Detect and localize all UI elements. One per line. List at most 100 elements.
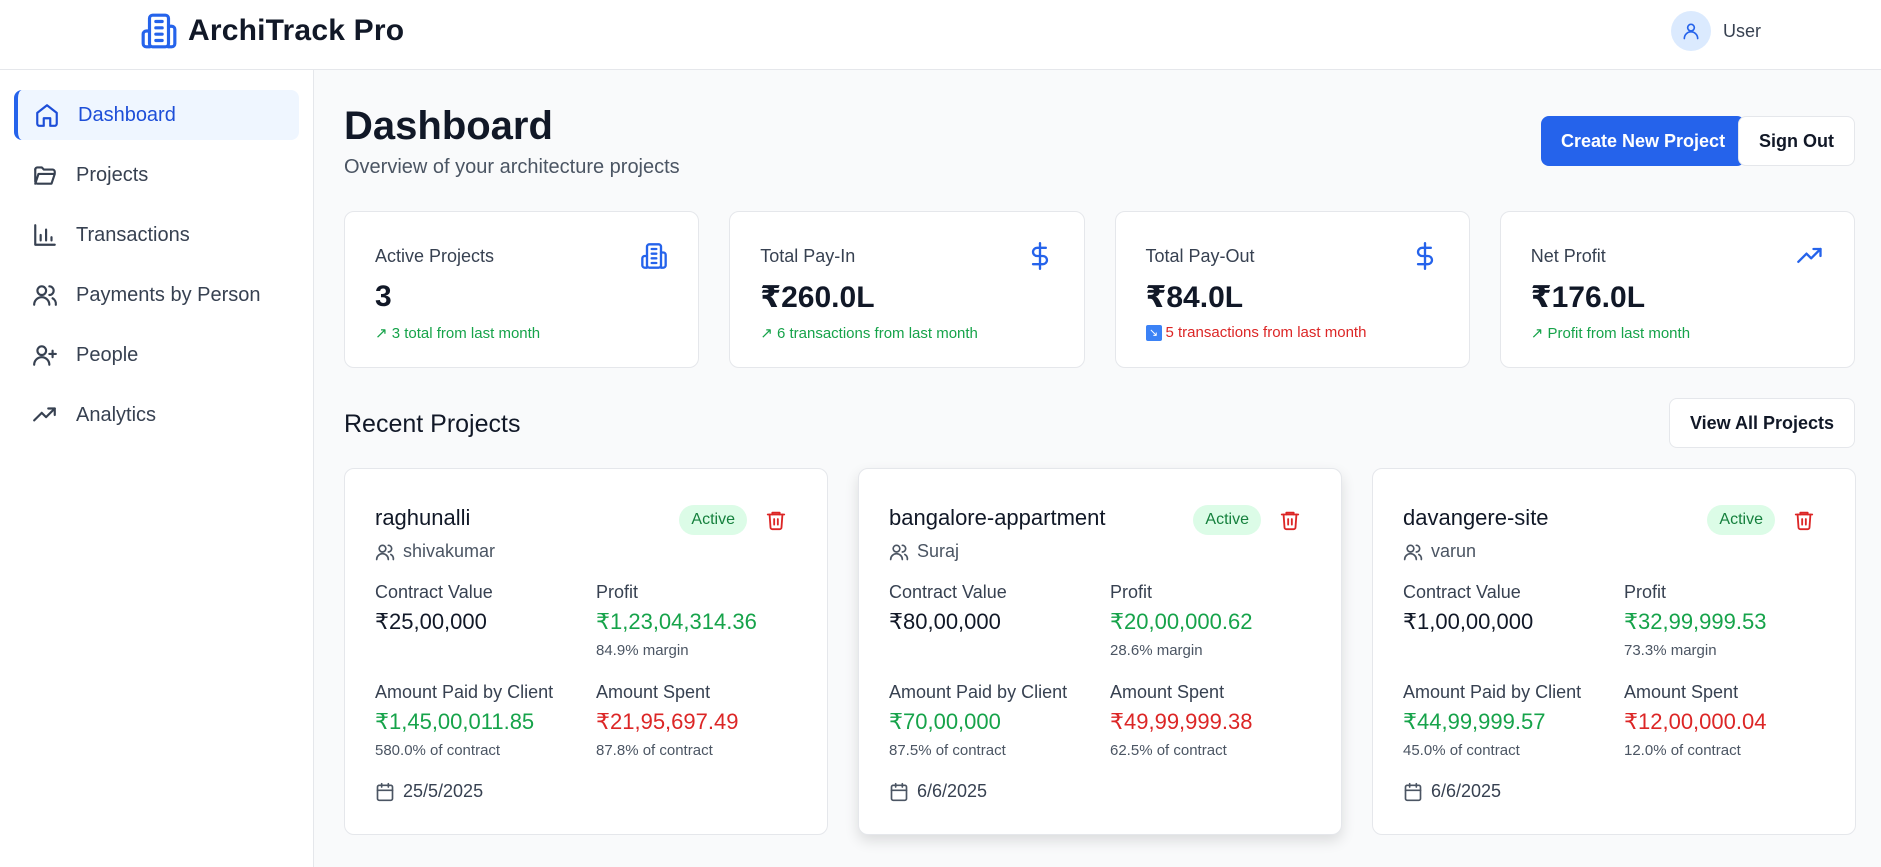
- calendar-icon: [890, 782, 908, 801]
- owner-name: varun: [1431, 541, 1477, 561]
- paid-label: Amount Paid by Client: [375, 682, 554, 702]
- sidebar: Dashboard Projects Transactions Payments…: [0, 70, 314, 867]
- page-title: Dashboard: [344, 104, 553, 148]
- spent-value: ₹12,00,000.04: [1624, 709, 1767, 734]
- spent-percent: 62.5% of contract: [1110, 742, 1227, 759]
- profit-margin: 73.3% margin: [1624, 642, 1717, 659]
- profit-label: Profit: [596, 582, 639, 602]
- sidebar-item-analytics[interactable]: Analytics: [14, 390, 299, 440]
- status-badge: Active: [679, 505, 747, 535]
- stat-card-total-pay-in: Total Pay-In ₹260.0L ↗ 6 transactions fr…: [729, 211, 1085, 368]
- spent-percent: 12.0% of contract: [1624, 742, 1741, 759]
- user-name: User: [1722, 20, 1761, 41]
- project-date: 6/6/2025: [889, 781, 987, 802]
- paid-label: Amount Paid by Client: [1403, 682, 1582, 702]
- recent-projects-list: raghunalli Active shivakumar Contract Va…: [344, 468, 1856, 835]
- profit-margin: 84.9% margin: [596, 642, 689, 659]
- contract-value: ₹80,00,000: [889, 609, 1001, 634]
- stat-card-active-projects: Active Projects 3 ↗ 3 total from last mo…: [344, 211, 700, 368]
- users-icon: [1403, 544, 1423, 560]
- stat-trend-row: ↘ 5 transactions from last month: [1145, 324, 1367, 341]
- view-all-projects-button[interactable]: View All Projects: [1668, 398, 1855, 448]
- top-bar: ArchiTrack Pro User: [0, 0, 1881, 70]
- project-card[interactable]: raghunalli Active shivakumar Contract Va…: [344, 468, 828, 835]
- profit-label: Profit: [1624, 582, 1667, 602]
- app-name: ArchiTrack Pro: [188, 14, 405, 47]
- project-date: 25/5/2025: [375, 781, 483, 802]
- avatar[interactable]: [1670, 11, 1711, 51]
- user-menu[interactable]: User: [1670, 11, 1761, 51]
- project-owner: varun: [1403, 541, 1476, 562]
- stat-label: Total Pay-In: [760, 246, 856, 266]
- project-name[interactable]: davangere-site: [1403, 505, 1549, 531]
- trash-icon[interactable]: [1793, 509, 1815, 531]
- calendar-icon: [376, 782, 394, 801]
- users-icon: [375, 544, 395, 560]
- sidebar-item-label: Transactions: [76, 223, 190, 246]
- create-new-project-button[interactable]: Create New Project: [1541, 116, 1746, 166]
- contract-value: ₹1,00,00,000: [1403, 609, 1534, 634]
- contract-label: Contract Value: [889, 582, 1007, 602]
- building-logo-icon: [141, 13, 177, 49]
- trash-icon[interactable]: [1279, 509, 1301, 531]
- stat-label: Net Profit: [1530, 246, 1606, 266]
- user-icon: [1683, 23, 1699, 40]
- sidebar-item-dashboard[interactable]: Dashboard: [14, 90, 299, 140]
- project-owner: shivakumar: [375, 541, 495, 562]
- users-icon: [889, 544, 909, 560]
- sidebar-item-projects[interactable]: Projects: [14, 150, 299, 200]
- spent-value: ₹21,95,697.49: [596, 709, 739, 734]
- sidebar-item-label: Projects: [76, 163, 149, 186]
- stat-trend: 5 transactions from last month: [1165, 324, 1367, 341]
- project-name[interactable]: bangalore-appartment: [889, 505, 1105, 531]
- stat-value: ₹176.0L: [1530, 281, 1646, 314]
- profit-value: ₹1,23,04,314.36: [596, 609, 757, 634]
- page-subtitle: Overview of your architecture projects: [344, 156, 680, 178]
- spent-value: ₹49,99,999.38: [1110, 709, 1253, 734]
- dollar-icon: [1031, 242, 1048, 270]
- stat-label: Active Projects: [375, 246, 495, 266]
- sign-out-button[interactable]: Sign Out: [1738, 116, 1855, 166]
- date-text: 6/6/2025: [1431, 781, 1502, 801]
- dollar-icon: [1416, 242, 1433, 270]
- bar-chart-icon: [34, 224, 56, 246]
- paid-value: ₹1,45,00,011.85: [375, 709, 535, 734]
- date-text: 6/6/2025: [917, 781, 988, 801]
- paid-label: Amount Paid by Client: [889, 682, 1068, 702]
- owner-name: Suraj: [917, 541, 960, 561]
- contract-label: Contract Value: [1403, 582, 1521, 602]
- stat-card-total-pay-out: Total Pay-Out ₹84.0L ↘ 5 transactions fr…: [1114, 211, 1470, 368]
- spent-label: Amount Spent: [596, 682, 711, 702]
- building-icon: [641, 243, 668, 269]
- stat-value: ₹84.0L: [1145, 281, 1244, 314]
- project-card[interactable]: bangalore-appartment Active Suraj Contra…: [858, 468, 1342, 835]
- users-icon: [33, 285, 57, 306]
- brand[interactable]: ArchiTrack Pro: [140, 12, 404, 50]
- stat-value: 3: [375, 280, 392, 313]
- spent-percent: 87.8% of contract: [596, 742, 713, 759]
- stat-card-net-profit: Net Profit ₹176.0L ↗ Profit from last mo…: [1499, 211, 1855, 368]
- project-card[interactable]: davangere-site Active varun Contract Val…: [1372, 468, 1856, 835]
- trash-icon[interactable]: [765, 509, 787, 531]
- sidebar-item-label: People: [76, 343, 139, 366]
- sidebar-item-label: Dashboard: [78, 103, 176, 126]
- contract-label: Contract Value: [375, 582, 493, 602]
- spent-label: Amount Spent: [1110, 682, 1225, 702]
- project-name[interactable]: raghunalli: [375, 505, 470, 531]
- sidebar-item-label: Payments by Person: [76, 283, 261, 306]
- profit-label: Profit: [1110, 582, 1153, 602]
- profit-margin: 28.6% margin: [1110, 642, 1203, 659]
- folder-icon: [34, 166, 56, 185]
- status-badge: Active: [1193, 505, 1261, 535]
- recent-projects-title: Recent Projects: [344, 410, 521, 438]
- paid-value: ₹70,00,000: [889, 709, 1001, 734]
- sidebar-item-people[interactable]: People: [14, 330, 299, 380]
- trending-up-icon: [1797, 247, 1822, 263]
- user-plus-icon: [33, 345, 57, 366]
- status-badge: Active: [1707, 505, 1775, 535]
- stats-row: Active Projects 3 ↗ 3 total from last mo…: [344, 211, 1855, 368]
- sidebar-item-transactions[interactable]: Transactions: [14, 210, 299, 260]
- sidebar-item-label: Analytics: [76, 403, 157, 426]
- stat-value: ₹260.0L: [760, 281, 875, 314]
- sidebar-item-payments-by-person[interactable]: Payments by Person: [14, 270, 299, 320]
